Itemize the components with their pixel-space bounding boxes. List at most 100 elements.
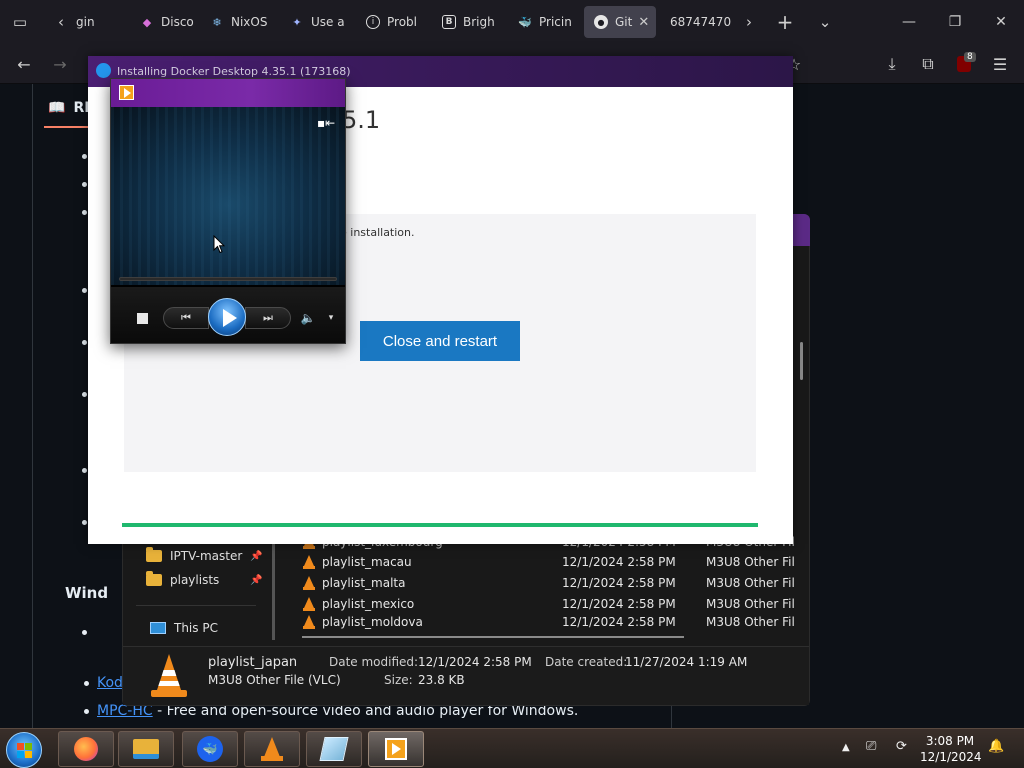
explorer-horizontal-scrollbar[interactable] <box>302 636 684 638</box>
close-window-icon[interactable]: ✕ <box>978 0 1024 44</box>
file-type: M3U8 Other File <box>706 615 794 629</box>
diamond-icon: ◆ <box>142 15 152 29</box>
list-bullet <box>82 288 87 293</box>
tab-overview-icon[interactable]: ▭ <box>5 7 35 37</box>
vlc-file-icon <box>302 576 316 590</box>
file-name: playlist_moldova <box>322 615 423 629</box>
docker-icon: 🐳 <box>518 15 532 29</box>
list-all-tabs-icon[interactable]: ⌄ <box>810 7 840 37</box>
start-button[interactable] <box>6 732 42 768</box>
close-tab-icon[interactable]: ✕ <box>638 15 649 30</box>
tab-probl[interactable]: i Probl <box>356 6 426 38</box>
file-row[interactable]: playlist_macau 12/1/2024 2:58 PM M3U8 Ot… <box>302 552 794 572</box>
list-bullet <box>82 210 87 215</box>
stop-icon[interactable] <box>137 313 148 324</box>
list-bullet <box>82 520 87 525</box>
file-date: 12/1/2024 2:58 PM <box>562 555 676 569</box>
list-bullet <box>82 392 87 397</box>
next-icon[interactable]: ⏭ <box>245 307 291 329</box>
file-name: playlist_mexico <box>322 597 415 611</box>
sparkle-icon: ✦ <box>292 15 302 29</box>
nav-item-playlists[interactable]: playlists <box>146 571 220 587</box>
wmp-seek-bar[interactable] <box>119 277 337 281</box>
file-row[interactable]: playlist_moldova 12/1/2024 2:58 PM M3U8 … <box>302 615 794 629</box>
tab-gin[interactable]: gin <box>66 6 130 38</box>
restore-icon[interactable]: ❐ <box>932 0 978 44</box>
vlc-file-icon <box>302 555 316 569</box>
tab-label: Use a <box>311 15 345 29</box>
tab-github-active[interactable]: ● Git ✕ <box>584 6 656 38</box>
taskbar-vlc[interactable] <box>244 731 300 767</box>
show-hidden-icons[interactable]: ▲ <box>842 742 850 753</box>
docker-status-message: e installation. <box>340 226 415 239</box>
notifications-icon[interactable]: 🔔 <box>988 739 1004 754</box>
close-and-restart-button[interactable]: Close and restart <box>360 321 520 361</box>
clock-time[interactable]: 3:08 PM <box>924 734 976 748</box>
app-menu-icon[interactable]: ☰ <box>986 50 1014 78</box>
ublock-extension-icon[interactable]: 8 <box>950 50 978 78</box>
sync-status-icon[interactable]: ⟳ <box>896 739 907 754</box>
file-row[interactable]: playlist_mexico 12/1/2024 2:58 PM M3U8 O… <box>302 594 794 614</box>
taskbar-docker[interactable]: 🐳 <box>182 731 238 767</box>
tab-label: Probl <box>387 15 417 29</box>
nav-divider <box>136 605 256 606</box>
tab-disco[interactable]: ◆ Disco <box>130 6 200 38</box>
tab-68747470[interactable]: 68747470 <box>660 6 732 38</box>
tab-brigh[interactable]: B Brigh <box>432 6 502 38</box>
forward-icon[interactable]: → <box>46 50 74 78</box>
file-type: M3U8 Other File <box>706 555 794 569</box>
new-tab-icon[interactable]: + <box>770 7 800 37</box>
taskbar-windows-media-player[interactable] <box>368 731 424 767</box>
kodi-link[interactable]: Kod <box>97 675 123 691</box>
details-filename: playlist_japan <box>208 655 298 670</box>
extensions-icon[interactable]: ⧉ <box>914 50 942 78</box>
file-row[interactable]: playlist_malta 12/1/2024 2:58 PM M3U8 Ot… <box>302 573 794 593</box>
folder-icon <box>146 547 162 562</box>
play-icon[interactable] <box>208 298 246 336</box>
docker-heading: 5.1 <box>342 106 381 134</box>
nav-item-this-pc[interactable]: This PC <box>150 621 218 635</box>
details-date-modified-label: Date modified: <box>329 655 419 669</box>
tab-label: Pricin <box>539 15 572 29</box>
nav-item-iptv-master[interactable]: IPTV-master <box>146 547 242 563</box>
taskbar-firefox[interactable] <box>58 731 114 767</box>
tab-nixos[interactable]: ❄ NixOS <box>200 6 270 38</box>
scroll-tabs-right-icon[interactable]: › <box>734 7 764 37</box>
downloads-icon[interactable]: ⤓ <box>878 50 906 78</box>
network-icon[interactable]: ⎚ <box>866 739 876 754</box>
tab-pricing[interactable]: 🐳 Pricin <box>508 6 578 38</box>
file-name: playlist_macau <box>322 555 412 569</box>
wmp-controls: ⏮ ⏭ 🔈 ▾ <box>111 287 345 343</box>
list-bullet <box>82 154 87 159</box>
details-date-modified: 12/1/2024 2:58 PM <box>418 655 532 669</box>
clock-date[interactable]: 12/1/2024 <box>920 750 982 764</box>
vlc-icon <box>261 737 283 761</box>
previous-icon[interactable]: ⏮ <box>163 307 209 329</box>
nav-pane-scrollbar[interactable] <box>272 540 275 640</box>
details-size-label: Size: <box>384 673 413 687</box>
explorer-vertical-scrollbar[interactable] <box>800 342 803 380</box>
volume-icon[interactable]: 🔈 <box>301 309 316 327</box>
volume-dropdown-icon[interactable]: ▾ <box>325 311 337 325</box>
docker-window-title: Installing Docker Desktop 4.35.1 (173168… <box>117 65 351 78</box>
taskbar-file-explorer[interactable] <box>118 731 174 767</box>
taskbar-notepad[interactable] <box>306 731 362 767</box>
file-name: playlist_malta <box>322 576 406 590</box>
wmp-video-area[interactable] <box>111 107 345 285</box>
list-bullet <box>82 182 87 187</box>
pin-icon: 📌 <box>250 551 263 562</box>
nav-item-label: This PC <box>174 621 218 635</box>
tab-use-a[interactable]: ✦ Use a <box>280 6 346 38</box>
b-logo-icon: B <box>442 15 456 29</box>
switch-to-library-icon[interactable]: ▪⇤ <box>317 116 335 132</box>
file-type: M3U8 Other File <box>706 576 794 590</box>
back-icon[interactable]: ← <box>10 50 38 78</box>
docker-progress-fill <box>122 523 758 527</box>
file-date: 12/1/2024 2:58 PM <box>562 615 676 629</box>
minimize-icon[interactable]: — <box>886 0 932 44</box>
details-filetype: M3U8 Other File (VLC) <box>208 673 341 687</box>
nav-item-label: playlists <box>170 573 220 587</box>
tab-label: NixOS <box>231 15 268 29</box>
windows-media-player-icon <box>385 738 407 760</box>
details-date-created-label: Date created: <box>545 655 628 669</box>
